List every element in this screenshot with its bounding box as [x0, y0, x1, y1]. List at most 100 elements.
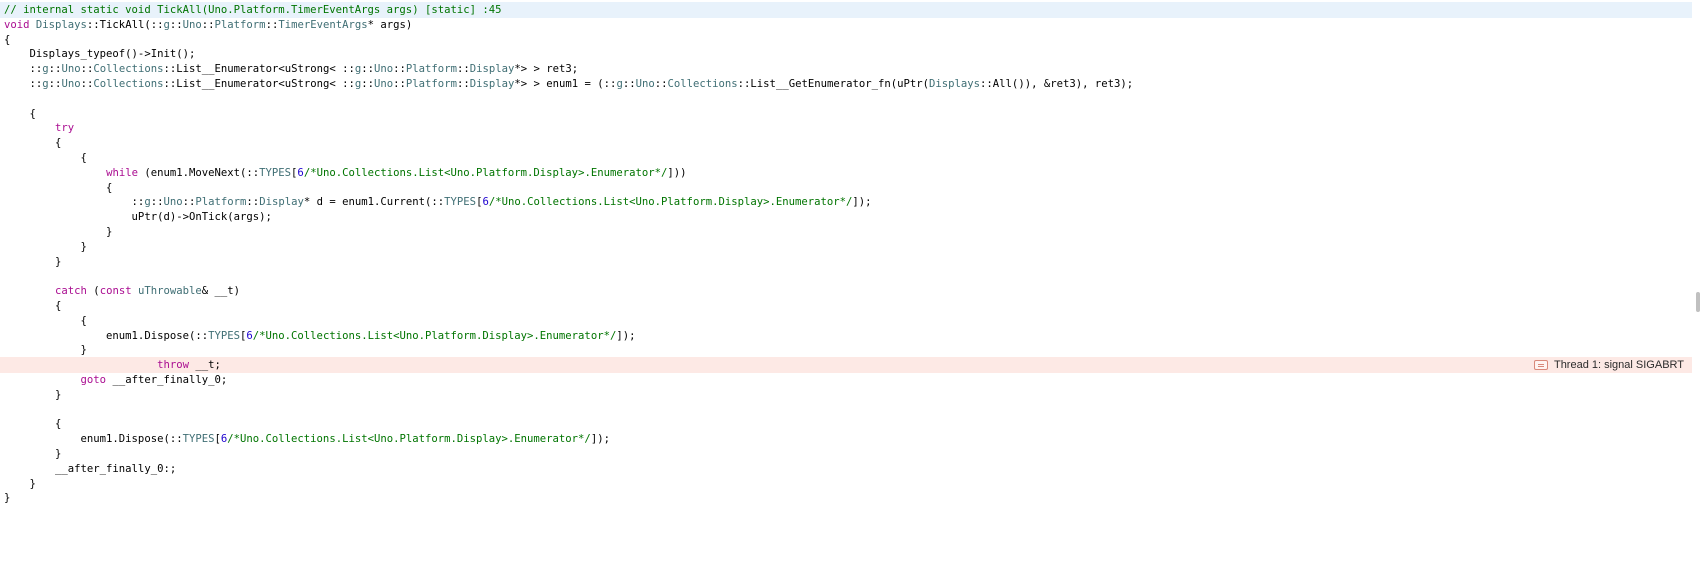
code-token: Displays — [929, 78, 981, 90]
code-token: Uno — [635, 78, 655, 90]
code-token: } — [4, 477, 36, 490]
code-line[interactable]: } — [0, 254, 1692, 270]
code-line[interactable]: } — [0, 490, 1692, 506]
code-line[interactable]: void Displays::TickAll(::g::Uno::Platfor… — [0, 17, 1692, 33]
code-token: { — [4, 181, 113, 194]
code-token: { — [4, 152, 87, 164]
code-token: :: — [361, 78, 375, 90]
code-token: { — [4, 300, 62, 312]
code-token: Platform — [405, 78, 457, 90]
code-line[interactable]: ::g::Uno::Collections::List__Enumerator<… — [0, 76, 1692, 92]
code-token: :: — [654, 78, 668, 90]
error-annotation-badge[interactable]: Thread 1: signal SIGABRT — [1533, 358, 1684, 372]
code-line[interactable]: } — [0, 446, 1692, 462]
code-token: :: — [150, 196, 164, 209]
code-line[interactable] — [0, 91, 1692, 107]
error-lines-icon — [1533, 360, 1548, 371]
code-token: :: — [456, 78, 470, 90]
code-token: __t; — [188, 359, 221, 372]
code-token: TYPES — [208, 329, 240, 342]
code-token: __after_finally_0; — [106, 374, 228, 386]
code-line[interactable]: __after_finally_0:; — [0, 461, 1692, 477]
code-token: :: — [169, 18, 183, 31]
code-line[interactable]: { — [0, 180, 1692, 196]
code-token: enum1.Dispose(:: — [4, 329, 209, 342]
code-line[interactable]: Displays_typeof()->Init(); — [0, 46, 1692, 62]
code-line[interactable]: goto __after_finally_0; — [0, 372, 1692, 388]
code-token: :: — [48, 78, 62, 90]
code-line[interactable]: } — [0, 387, 1692, 403]
code-line[interactable]: } — [0, 224, 1692, 240]
code-token: } — [4, 492, 11, 505]
code-line[interactable]: { — [0, 106, 1692, 122]
code-token: Displays_typeof()->Init(); — [4, 48, 196, 61]
code-token: Platform — [405, 63, 457, 76]
code-line[interactable]: ::g::Uno::Platform::Display* d = enum1.C… — [0, 194, 1692, 210]
code-line[interactable]: { — [0, 313, 1692, 329]
code-line[interactable]: } — [0, 476, 1692, 492]
code-token: Uno — [374, 63, 394, 76]
code-token: goto — [80, 374, 107, 386]
code-token: ::List__GetEnumerator_fn(uPtr( — [737, 78, 930, 90]
code-token: { — [4, 314, 87, 327]
code-token: /*Uno.Collections.List<Uno.Platform.Disp… — [252, 329, 617, 342]
code-line[interactable]: } — [0, 342, 1692, 358]
code-token: Collections — [93, 78, 164, 90]
code-token: ::List__Enumerator<uStrong< :: — [163, 78, 355, 90]
code-token: __after_finally_0:; — [4, 462, 177, 475]
code-token: ]); — [852, 196, 872, 209]
code-token: Uno — [182, 18, 202, 31]
code-token: try — [55, 122, 75, 135]
scrollbar-thumb[interactable] — [1696, 292, 1700, 312]
code-line[interactable]: { — [0, 32, 1692, 48]
code-line-error[interactable]: throw __t; Thread 1: signal SIGABRT — [0, 357, 1692, 374]
code-token: Collections — [93, 63, 164, 76]
code-line[interactable]: while (enum1.MoveNext(::TYPES[6/*Uno.Col… — [0, 165, 1692, 181]
code-line[interactable]: { — [0, 298, 1692, 314]
code-line[interactable]: { — [0, 150, 1692, 166]
code-token: Uno — [61, 78, 81, 90]
code-token: Displays — [35, 18, 87, 31]
code-line-current[interactable]: // internal static void TickAll(Uno.Plat… — [0, 2, 1692, 18]
code-token: } — [4, 344, 87, 357]
code-token: Platform — [214, 18, 266, 31]
code-line[interactable] — [0, 268, 1692, 284]
code-token: :: — [393, 78, 406, 90]
code-token: } — [4, 255, 62, 268]
code-token: ])) — [667, 166, 687, 179]
code-line[interactable]: { — [0, 135, 1692, 151]
code-token: ::TickAll(:: — [86, 18, 164, 31]
code-token: Uno — [61, 63, 81, 76]
code-token: :: — [622, 78, 636, 90]
code-token: :: — [246, 196, 260, 209]
code-token: :: — [80, 78, 94, 90]
code-token: :: — [456, 63, 470, 76]
code-line[interactable]: enum1.Dispose(::TYPES[6/*Uno.Collections… — [0, 431, 1692, 447]
code-token: uPtr(d)->OnTick(args); — [4, 211, 272, 224]
code-line[interactable]: } — [0, 239, 1692, 255]
code-token: Collections — [667, 78, 738, 90]
code-line[interactable]: ::g::Uno::Collections::List__Enumerator<… — [0, 61, 1692, 77]
code-editor[interactable]: // internal static void TickAll(Uno.Plat… — [0, 0, 1700, 562]
code-token: *> > enum1 = (:: — [514, 78, 617, 90]
code-token: TimerEventArgs — [278, 18, 368, 31]
code-token: /*Uno.Collections.List<Uno.Platform.Disp… — [303, 166, 668, 179]
code-line[interactable]: uPtr(d)->OnTick(args); — [0, 209, 1692, 225]
code-token: { — [4, 418, 62, 431]
code-line[interactable]: catch (const uThrowable& __t) — [0, 283, 1692, 299]
code-token: * d = enum1.Current(:: — [303, 196, 445, 209]
code-line[interactable]: { — [0, 416, 1692, 432]
code-token: * args) — [367, 18, 413, 31]
code-line[interactable]: enum1.Dispose(::TYPES[6/*Uno.Collections… — [0, 328, 1692, 344]
code-token: :: — [361, 63, 375, 76]
code-token: :: — [4, 196, 145, 209]
code-line[interactable]: try — [0, 120, 1692, 136]
code-token: TYPES — [444, 196, 477, 209]
code-token: } — [4, 240, 87, 253]
code-line[interactable] — [0, 402, 1692, 418]
code-token: /*Uno.Collections.List<Uno.Platform.Disp… — [227, 433, 591, 446]
code-token: Platform — [195, 196, 247, 209]
